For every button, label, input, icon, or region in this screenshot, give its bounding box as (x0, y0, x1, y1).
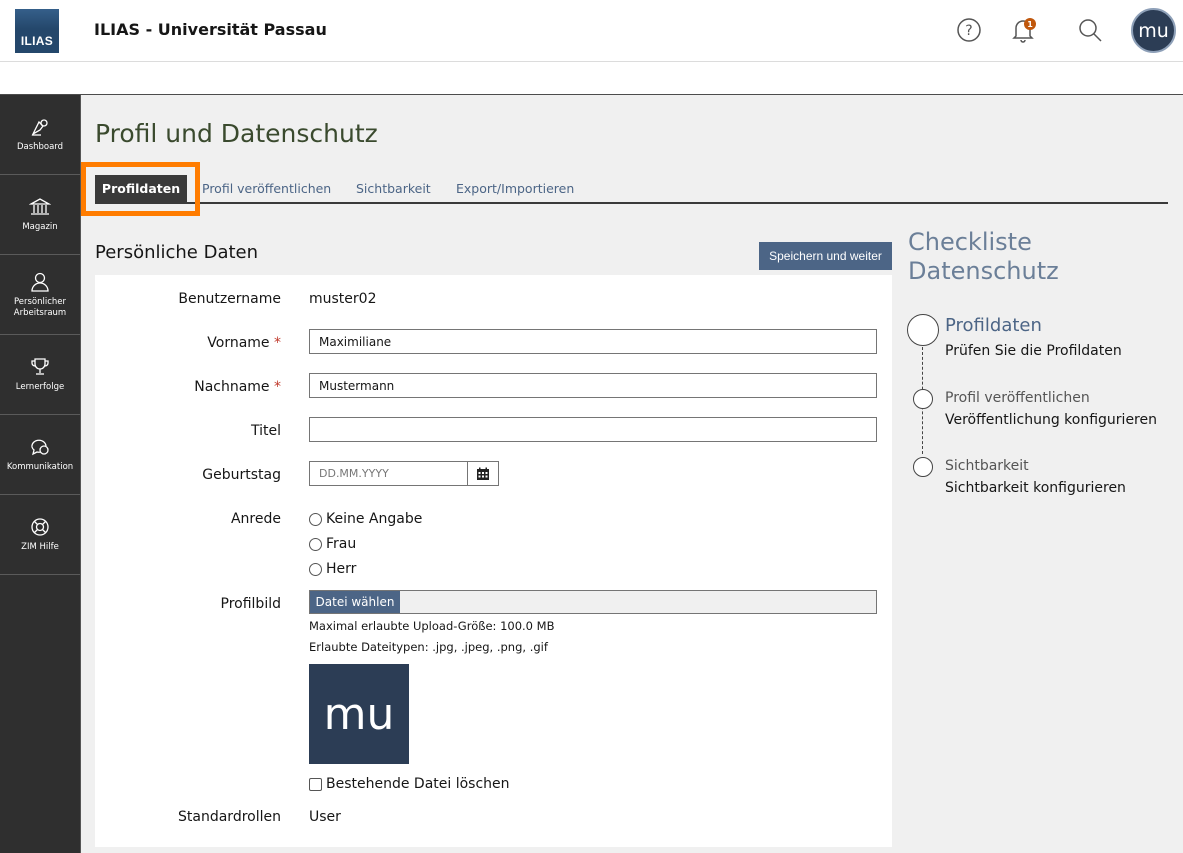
help-icon[interactable]: ? (954, 15, 984, 45)
radio-button[interactable] (309, 562, 322, 576)
sidebar-item-label: Dashboard (16, 142, 64, 152)
max-upload-hint: Maximal erlaubte Upload-Größe: 100.0 MB (309, 619, 555, 633)
sidebar-item-label: Persönlicher Arbeitsraum (14, 297, 66, 319)
checklist-title: Checkliste Datenschutz (908, 228, 1059, 285)
sidebar-item-kommunikation[interactable]: Kommunikation (0, 415, 80, 495)
top-header: ILIAS ILIAS - Universität Passau ? 1 mu (0, 0, 1183, 62)
radio-label: Keine Angabe (326, 511, 423, 527)
trophy-icon (31, 358, 49, 375)
lastname-label: Nachname * (194, 379, 281, 395)
tab-export-importieren[interactable]: Export/Importieren (444, 175, 586, 202)
checklist-step-desc: Prüfen Sie die Profildaten (945, 343, 1122, 359)
allowed-types-hint: Erlaubte Dateitypen: .jpg, .jpeg, .png, … (309, 640, 548, 654)
salutation-option-herr[interactable]: Herr (309, 561, 356, 577)
label-line-2: Arbeitsraum (13, 307, 67, 318)
repository-icon (29, 198, 51, 215)
salutation-label: Anrede (230, 511, 281, 527)
breadcrumb-bar (0, 62, 1183, 95)
sidebar-item-lernerfolge[interactable]: Lernerfolge (0, 335, 80, 415)
sidebar-item-personal-workspace[interactable]: Persönlicher Arbeitsraum (0, 255, 80, 335)
checklist-step-circle[interactable] (913, 457, 933, 477)
birthday-input[interactable]: DD.MM.YYYY (309, 461, 468, 486)
choose-file-button[interactable]: Datei wählen (310, 591, 400, 613)
notification-bell-icon[interactable]: 1 (1008, 15, 1038, 45)
sidebar-item-magazin[interactable]: Magazin (0, 175, 80, 255)
user-avatar[interactable]: mu (1131, 8, 1176, 53)
radio-button[interactable] (309, 512, 322, 526)
main-sidebar: Dashboard Magazin Persönlicher Arbeitsrau… (0, 95, 81, 853)
checklist-step-title[interactable]: Profildaten (945, 315, 1042, 336)
radio-label: Herr (326, 561, 357, 577)
profile-picture-label: Profilbild (220, 596, 281, 612)
sidebar-item-zim-hilfe[interactable]: ZIM Hilfe (0, 495, 80, 575)
page-title: Profil und Datenschutz (95, 119, 378, 148)
save-and-continue-button[interactable]: Speichern und weiter (759, 242, 892, 270)
sidebar-item-label: ZIM Hilfe (21, 542, 59, 552)
notification-badge: 1 (1024, 18, 1036, 30)
checklist-step-title[interactable]: Profil veröffentlichen (945, 390, 1090, 406)
checklist-step-title[interactable]: Sichtbarkeit (945, 458, 1029, 474)
delete-file-option[interactable]: Bestehende Datei löschen (309, 776, 510, 792)
title-input[interactable] (309, 417, 877, 442)
checklist-step-circle-active[interactable] (907, 314, 939, 346)
salutation-option-frau[interactable]: Frau (309, 536, 356, 552)
tab-highlight-frame (81, 162, 200, 216)
personal-data-form: Benutzername muster02 Vorname * Maximili… (95, 275, 892, 847)
tab-profil-veroeffentlichen[interactable]: Profil veröffentlichen (190, 175, 343, 202)
tab-bar: Profildaten Profil veröffentlichen Sicht… (95, 175, 1168, 204)
chat-icon (31, 439, 49, 456)
firstname-input[interactable]: Maximiliane (309, 329, 877, 354)
firstname-label-text: Vorname (207, 335, 270, 351)
roles-label: Standardrollen (178, 809, 281, 825)
sidebar-item-label: Lernerfolge (15, 382, 65, 392)
main-content: Profil und Datenschutz Profildaten Profi… (81, 95, 1183, 853)
firstname-label: Vorname * (207, 335, 281, 351)
app-title[interactable]: ILIAS - Universität Passau (94, 20, 327, 39)
sidebar-item-dashboard[interactable]: Dashboard (0, 95, 80, 175)
checkbox-label: Bestehende Datei löschen (326, 776, 510, 792)
label-line-1: Persönlicher (13, 296, 67, 307)
lifebuoy-icon (31, 518, 49, 536)
calendar-button[interactable] (467, 461, 499, 486)
required-marker: * (274, 335, 281, 351)
tab-sichtbarkeit[interactable]: Sichtbarkeit (344, 175, 443, 202)
radio-button[interactable] (309, 537, 322, 551)
sidebar-item-label: Magazin (22, 222, 58, 232)
search-icon[interactable] (1075, 15, 1105, 45)
person-icon (31, 272, 49, 292)
birthday-label: Geburtstag (202, 467, 281, 483)
sidebar-item-label: Kommunikation (6, 462, 74, 472)
roles-value: User (309, 809, 341, 825)
lastname-input[interactable]: Mustermann (309, 373, 877, 398)
lastname-label-text: Nachname (194, 379, 270, 395)
checklist-step-desc: Sichtbarkeit konfigurieren (945, 480, 1126, 496)
delete-file-checkbox[interactable] (309, 777, 322, 791)
svg-text:?: ? (965, 23, 972, 39)
required-marker: * (274, 379, 281, 395)
checklist-step-desc: Veröffentlichung konfigurieren (945, 412, 1157, 428)
file-upload-field[interactable]: Datei wählen (309, 590, 877, 614)
section-title: Persönliche Daten (95, 242, 259, 263)
title-label: Titel (250, 423, 281, 439)
calendar-icon (477, 467, 489, 480)
logo-text: ILIAS (20, 34, 54, 48)
ilias-logo[interactable]: ILIAS (15, 9, 59, 53)
profile-picture-preview: mu (309, 664, 409, 764)
username-value: muster02 (309, 291, 377, 307)
salutation-option-none[interactable]: Keine Angabe (309, 511, 422, 527)
dashboard-icon (31, 119, 48, 136)
username-label: Benutzername (178, 291, 281, 307)
radio-label: Frau (326, 536, 357, 552)
checklist-step-circle[interactable] (913, 389, 933, 409)
